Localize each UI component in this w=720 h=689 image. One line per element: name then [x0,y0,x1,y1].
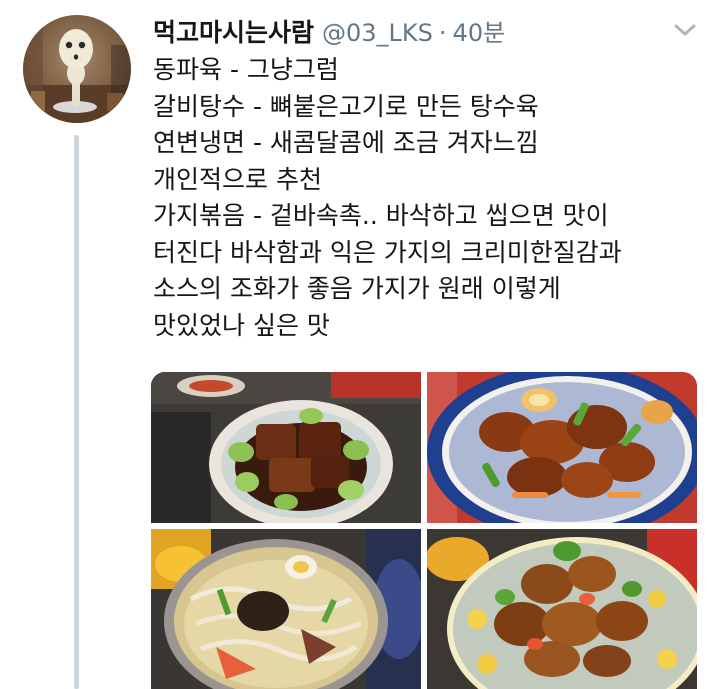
timestamp[interactable]: 40분 [453,13,506,48]
avatar[interactable] [23,15,131,123]
thread-line [74,135,79,689]
chevron-down-icon [674,24,696,36]
tweet-text-line: 맛있었나 싶은 맛 [153,310,330,340]
tweet-text-line: 개인적으로 추천 [153,164,322,194]
tweet-text-line: 터진다 바삭함과 익은 가지의 크리미한질감과 [153,237,622,267]
kodama-figure-avatar [23,15,131,123]
tweet-header: 먹고마시는사람 @03_LKS · 40분 [153,13,505,47]
photo-grid [151,372,697,689]
tweet-text-line: 연변냉면 - 새콤달콤에 조금 겨자느낌 [153,128,539,157]
separator-dot: · [438,19,447,47]
more-options-button[interactable] [672,20,698,40]
tweet-text-line: 동파육 - 그냥그럼 [153,55,339,84]
tweet-text-line: 가지볶음 - 겉바속촉.. 바삭하고 씹으면 맛이 [153,201,609,230]
photo-rib-sweet-sour[interactable] [427,372,697,523]
tweet: 먹고마시는사람 @03_LKS · 40분 동파육 - 그냥그럼 갈비탕수 - … [0,0,720,689]
photo-yanbian-naengmyeon[interactable] [151,529,421,689]
tweet-text: 동파육 - 그냥그럼 갈비탕수 - 뼈붙은고기로 만든 탕수육 연변냉면 - 새… [153,52,698,344]
tweet-text-line: 갈비탕수 - 뼈붙은고기로 만든 탕수육 [153,91,539,121]
user-handle[interactable]: @03_LKS [322,19,433,47]
display-name[interactable]: 먹고마시는사람 [153,13,314,49]
photo-dongpo-pork[interactable] [151,372,421,523]
tweet-text-line: 소스의 조화가 좋음 가지가 원래 이렇게 [153,274,561,303]
photo-fried-eggplant[interactable] [427,529,697,689]
